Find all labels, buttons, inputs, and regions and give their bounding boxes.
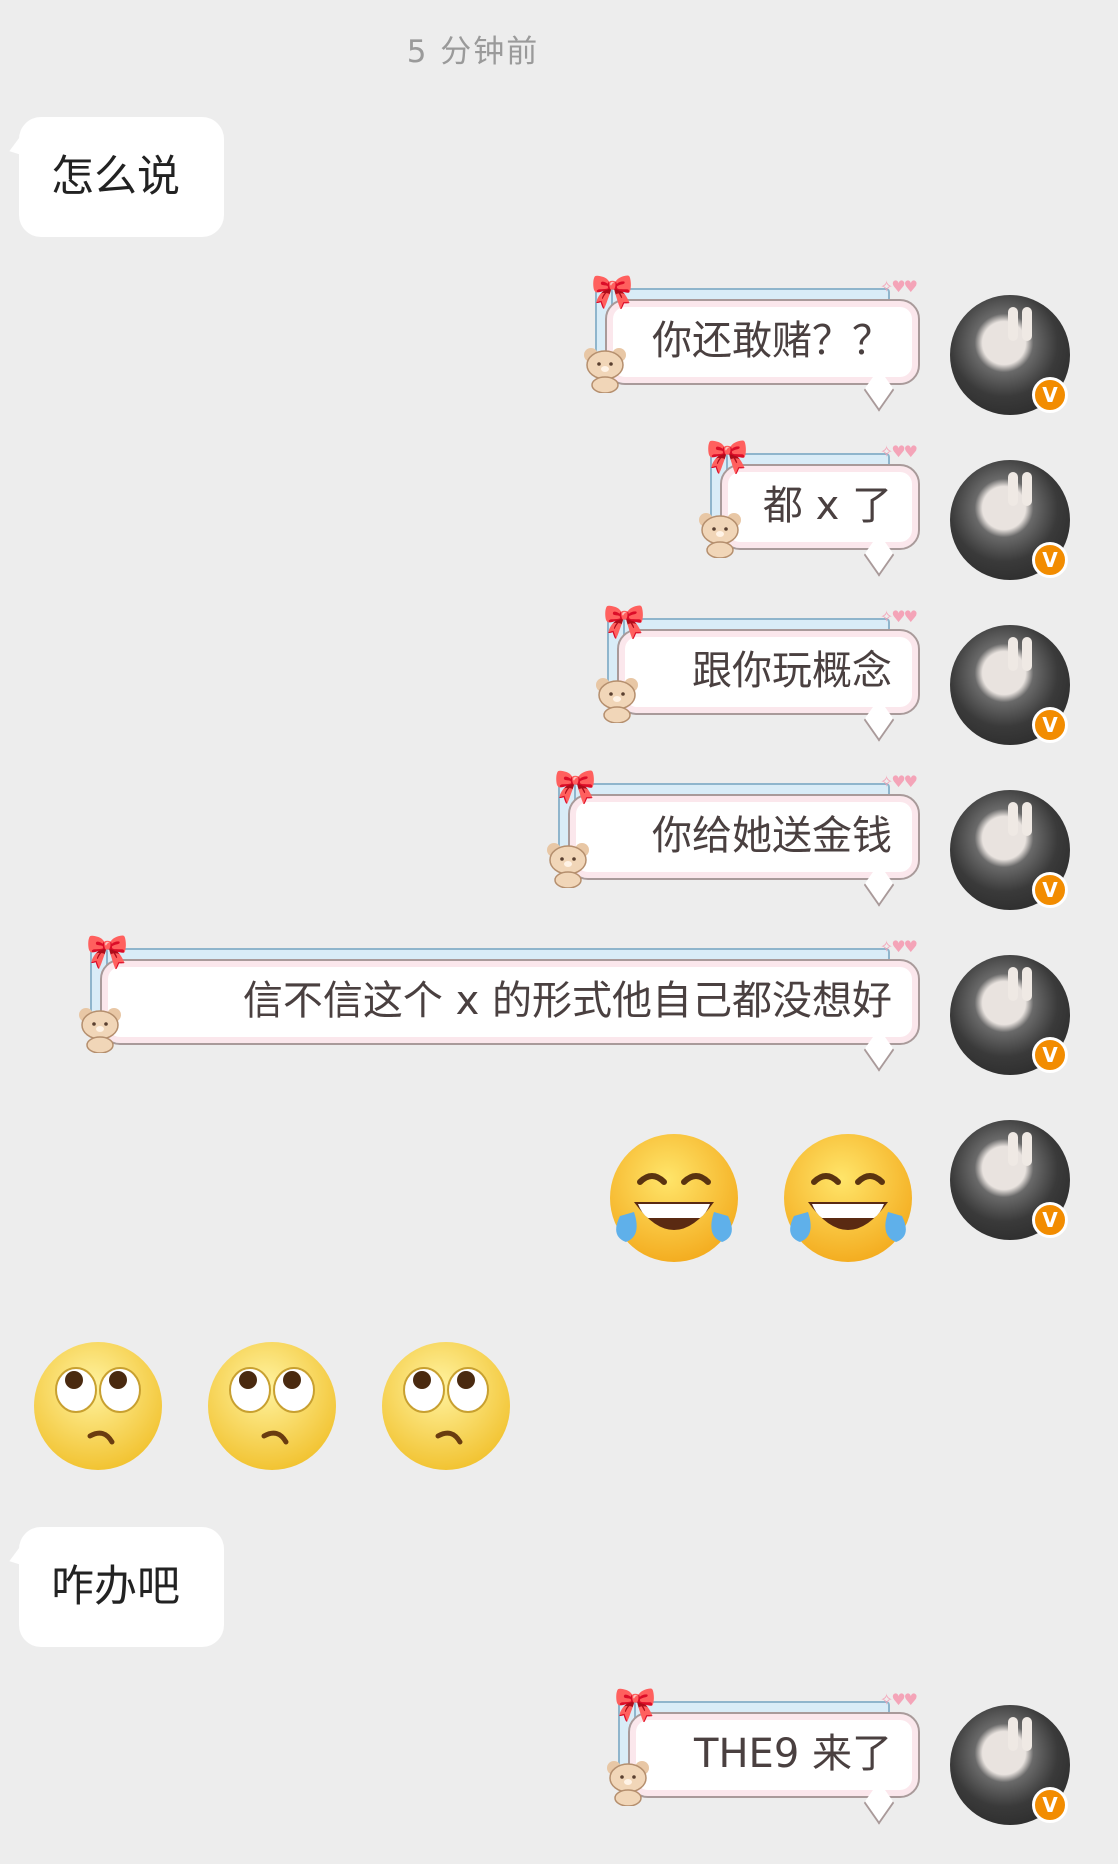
avatar[interactable]: V	[950, 1705, 1070, 1825]
message-text: 信不信这个 x 的形式他自己都没想好	[242, 978, 892, 1024]
bow-icon: 🎀	[614, 1685, 657, 1725]
bow-icon: 🎀	[706, 437, 749, 477]
outgoing-message-bubble[interactable]: 🎀 ✧♥♥ 你还敢赌？？	[584, 275, 920, 412]
outgoing-message-bubble[interactable]: 🎀 ✧♥♥ 你给她送金钱	[547, 770, 920, 907]
hearts-icon: ✧♥♥	[879, 442, 918, 461]
message-text: 你还敢赌？？	[652, 318, 892, 364]
message-text: 咋办吧	[51, 1562, 180, 1612]
message-text: 怎么说	[51, 152, 180, 202]
bear-sticker-icon	[584, 348, 626, 393]
bow-icon: 🎀	[603, 602, 646, 642]
avatar[interactable]: V	[950, 790, 1070, 910]
avatar[interactable]: V	[950, 295, 1070, 415]
verified-badge-icon: V	[1032, 1037, 1068, 1073]
verified-badge-icon: V	[1032, 1202, 1068, 1238]
verified-badge-icon: V	[1032, 872, 1068, 908]
outgoing-message-bubble[interactable]: 🎀 ✧♥♥ THE9 来了	[607, 1688, 920, 1825]
message-text: 跟你玩概念	[692, 648, 892, 694]
outgoing-message-bubble[interactable]: 🎀 ✧♥♥ 信不信这个 x 的形式他自己都没想好	[79, 935, 920, 1072]
eye-roll-emoji-icon[interactable]	[30, 1338, 166, 1474]
hearts-icon: ✧♥♥	[879, 607, 918, 626]
avatar[interactable]: V	[950, 1120, 1070, 1240]
avatar[interactable]: V	[950, 625, 1070, 745]
outgoing-message-bubble[interactable]: 🎀 ✧♥♥ 都 x 了	[699, 440, 920, 577]
bow-icon: 🎀	[554, 767, 597, 807]
eye-roll-emoji-icon[interactable]	[204, 1338, 340, 1474]
incoming-message-bubble[interactable]: 怎么说	[19, 117, 224, 237]
verified-badge-icon: V	[1032, 1787, 1068, 1823]
avatar[interactable]: V	[950, 955, 1070, 1075]
bear-sticker-icon	[547, 843, 589, 888]
hearts-icon: ✧♥♥	[879, 937, 918, 956]
hearts-icon: ✧♥♥	[879, 772, 918, 791]
verified-badge-icon: V	[1032, 377, 1068, 413]
message-text: 你给她送金钱	[652, 813, 892, 859]
bear-sticker-icon	[596, 678, 638, 723]
outgoing-message-bubble[interactable]: 🎀 ✧♥♥ 跟你玩概念	[596, 605, 920, 742]
bear-sticker-icon	[79, 1008, 121, 1053]
eye-roll-emoji-icon[interactable]	[378, 1338, 514, 1474]
message-timestamp: 5 分钟前	[406, 34, 540, 70]
bow-icon: 🎀	[86, 932, 129, 972]
message-text: THE9 来了	[694, 1731, 892, 1777]
tears-of-joy-emoji-icon[interactable]	[606, 1130, 742, 1266]
tears-of-joy-emoji-icon[interactable]	[780, 1130, 916, 1266]
bear-sticker-icon	[699, 513, 741, 558]
bear-sticker-icon	[607, 1761, 649, 1806]
avatar[interactable]: V	[950, 460, 1070, 580]
verified-badge-icon: V	[1032, 707, 1068, 743]
hearts-icon: ✧♥♥	[879, 1690, 918, 1709]
hearts-icon: ✧♥♥	[879, 277, 918, 296]
message-text: 都 x 了	[762, 483, 892, 529]
bow-icon: 🎀	[591, 272, 634, 312]
verified-badge-icon: V	[1032, 542, 1068, 578]
incoming-message-bubble[interactable]: 咋办吧	[19, 1527, 224, 1647]
